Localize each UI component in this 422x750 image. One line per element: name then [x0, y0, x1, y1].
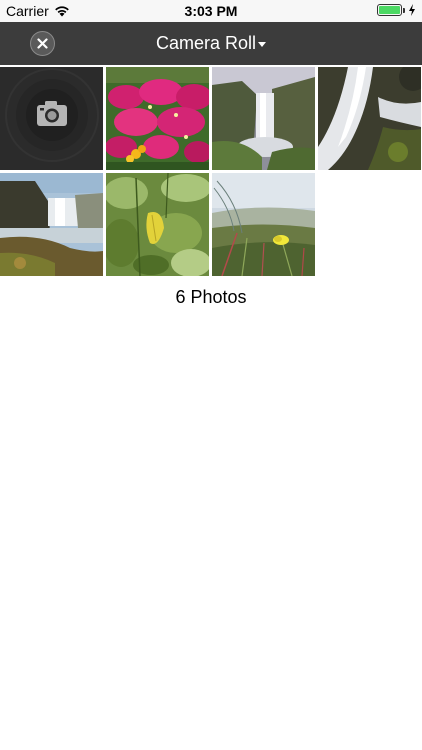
photos-count-label: 6 Photos [175, 287, 247, 307]
photo-pink-flowers [106, 67, 209, 170]
nav-bar: Camera Roll [0, 22, 422, 65]
photo-thumbnail[interactable] [212, 67, 315, 170]
charging-bolt-icon [409, 4, 415, 16]
photo-waterfall-coast [0, 173, 103, 276]
battery-tip [403, 7, 405, 13]
photo-waterfall-closeup [318, 67, 421, 170]
status-bar: Carrier 3:03 PM [0, 0, 422, 22]
chevron-down-icon [258, 41, 267, 47]
photo-thumbnail[interactable] [212, 173, 315, 276]
battery-fill [379, 6, 400, 14]
photo-green-leaves [106, 173, 209, 276]
battery-icon [377, 4, 402, 16]
photo-thumbnail[interactable] [0, 173, 103, 276]
photo-thumbnail[interactable] [318, 67, 421, 170]
camera-tile[interactable] [0, 67, 103, 170]
photo-yellow-flower-grass [212, 173, 315, 276]
photo-waterfall-cliff [212, 67, 315, 170]
camera-icon [0, 67, 103, 170]
status-time: 3:03 PM [184, 3, 238, 19]
photo-thumbnail[interactable] [106, 173, 209, 276]
status-right [377, 4, 416, 16]
album-title-dropdown[interactable]: Camera Roll [0, 33, 422, 54]
photo-thumbnail[interactable] [106, 67, 209, 170]
album-title: Camera Roll [155, 33, 257, 53]
